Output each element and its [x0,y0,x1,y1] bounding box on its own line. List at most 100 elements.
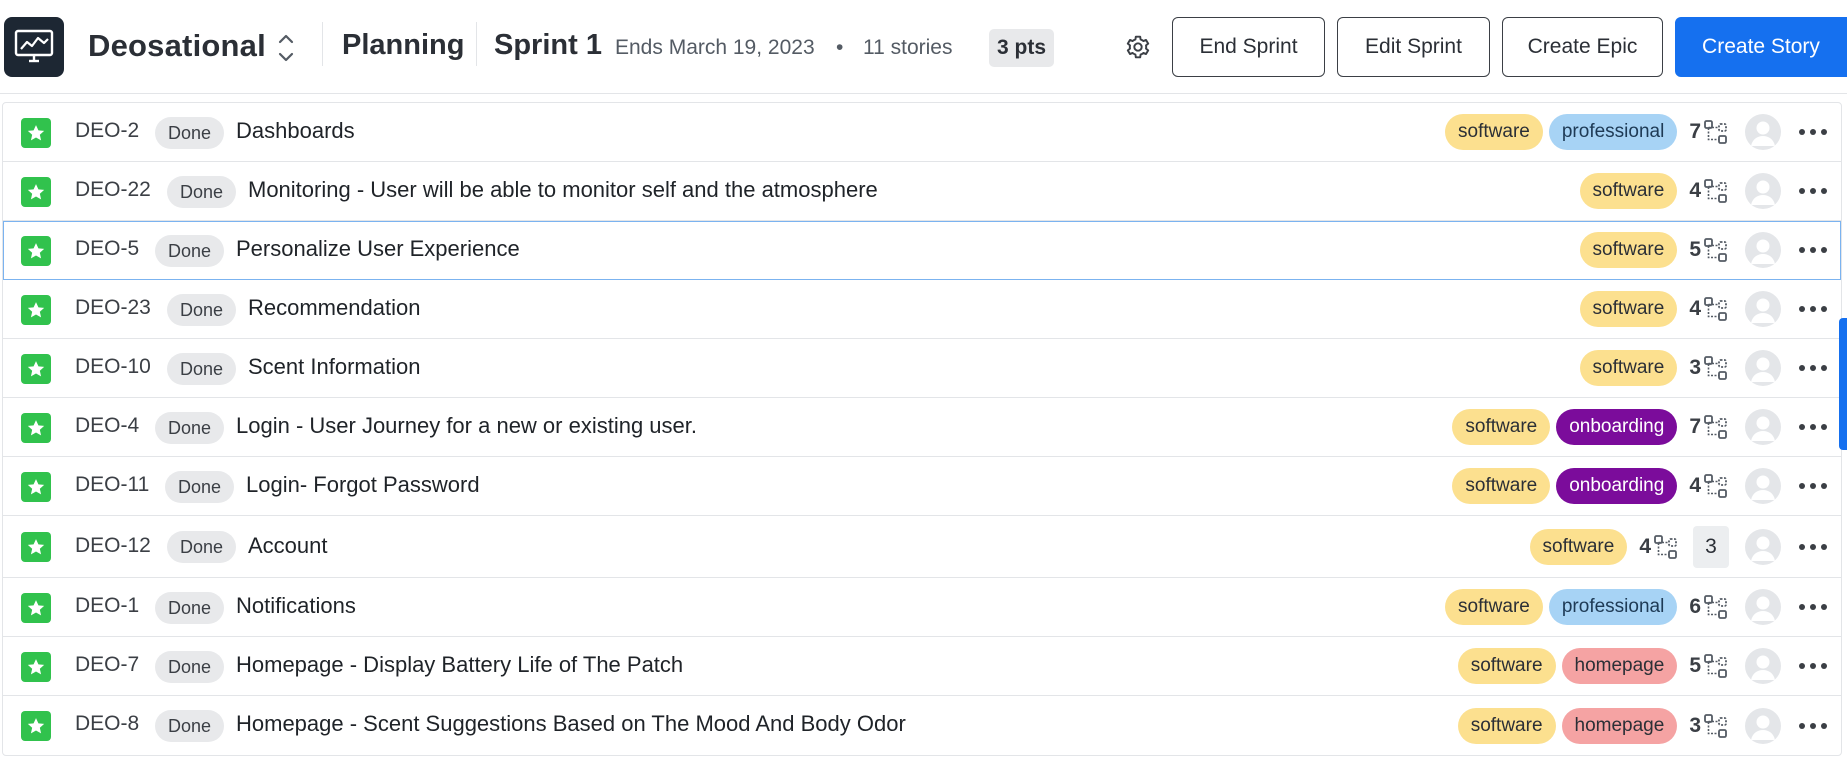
more-options-button[interactable] [1793,468,1833,504]
story-row[interactable]: DEO-5 Done Personalize User Experience s… [3,221,1841,280]
project-name[interactable]: Deosational [88,28,266,64]
story-key[interactable]: DEO-11 [75,473,149,497]
more-options-button[interactable] [1793,529,1833,565]
edit-sprint-button[interactable]: Edit Sprint [1337,17,1490,77]
more-options-button[interactable] [1793,350,1833,386]
story-title[interactable]: Homepage - Scent Suggestions Based on Th… [236,711,906,737]
tag-software[interactable]: software [1457,707,1556,744]
story-title[interactable]: Dashboards [236,118,355,144]
more-options-button[interactable] [1793,409,1833,445]
status-badge[interactable]: Done [167,353,237,385]
tag-software[interactable]: software [1445,114,1543,150]
status-badge[interactable]: Done [167,531,237,563]
subtask-icon [1704,415,1727,439]
create-story-button[interactable]: Create Story [1675,17,1847,77]
project-switch-button[interactable] [276,30,296,66]
comment-count-badge[interactable]: 3 [1693,525,1729,568]
story-key[interactable]: DEO-8 [75,712,139,736]
tag-homepage[interactable]: homepage [1561,648,1678,684]
side-panel-handle[interactable] [1839,318,1847,450]
sprint-settings-button[interactable] [1124,33,1152,61]
assignee-avatar[interactable] [1745,468,1781,504]
status-badge[interactable]: Done [155,117,225,149]
status-badge[interactable]: Done [155,651,225,683]
story-row[interactable]: DEO-22 Done Monitoring - User will be ab… [3,162,1841,221]
status-badge[interactable]: Done [155,710,225,742]
assignee-avatar[interactable] [1745,350,1781,386]
story-row[interactable]: DEO-12 Done Account software 4 3 [3,516,1841,578]
tag-onboarding[interactable]: onboarding [1556,409,1678,445]
subtask-count: 4 [1689,179,1701,202]
story-row[interactable]: DEO-2 Done Dashboards software profession… [3,103,1841,162]
story-key[interactable]: DEO-5 [75,237,139,261]
tag-professional[interactable]: professional [1548,114,1678,150]
more-options-button[interactable] [1793,648,1833,684]
tag-software[interactable]: software [1529,528,1628,565]
tag-professional[interactable]: professional [1548,589,1678,625]
tag-software[interactable]: software [1579,173,1678,209]
more-options-button[interactable] [1793,114,1833,150]
assignee-avatar[interactable] [1745,707,1781,744]
story-title[interactable]: Homepage - Display Battery Life of The P… [236,652,683,678]
assignee-avatar[interactable] [1745,528,1781,565]
subtask-count: 3 [1689,356,1701,379]
status-badge[interactable]: Done [155,592,225,624]
story-key[interactable]: DEO-7 [75,653,139,677]
subtask-count: 7 [1689,415,1701,438]
tag-software[interactable]: software [1457,648,1556,684]
tag-software[interactable]: software [1579,232,1678,268]
story-key[interactable]: DEO-12 [75,534,151,558]
story-title[interactable]: Notifications [236,593,356,619]
story-row[interactable]: DEO-4 Done Login - User Journey for a ne… [3,398,1841,457]
story-title[interactable]: Recommendation [248,295,420,321]
assignee-avatar[interactable] [1745,409,1781,445]
tag-software[interactable]: software [1579,291,1678,327]
status-badge[interactable]: Done [167,294,237,326]
story-key[interactable]: DEO-22 [75,178,151,202]
story-row[interactable]: DEO-7 Done Homepage - Display Battery Li… [3,637,1841,696]
story-row[interactable]: DEO-8 Done Homepage - Scent Suggestions … [3,696,1841,755]
app-logo[interactable] [4,17,64,77]
assignee-avatar[interactable] [1745,589,1781,625]
create-epic-button[interactable]: Create Epic [1502,17,1663,77]
story-row[interactable]: DEO-1 Done Notifications software profess… [3,578,1841,637]
story-title[interactable]: Account [248,533,328,559]
more-options-button[interactable] [1793,589,1833,625]
story-title[interactable]: Personalize User Experience [236,236,520,262]
story-title[interactable]: Login - User Journey for a new or existi… [236,413,697,439]
assignee-avatar[interactable] [1745,648,1781,684]
story-title[interactable]: Scent Information [248,354,420,380]
status-badge[interactable]: Done [165,471,235,503]
tag-software[interactable]: software [1452,409,1551,445]
assignee-avatar[interactable] [1745,232,1781,268]
more-options-button[interactable] [1793,173,1833,209]
assignee-avatar[interactable] [1745,114,1781,150]
subtask-count: 5 [1689,654,1701,677]
story-title[interactable]: Login- Forgot Password [246,472,480,498]
more-options-icon [1799,424,1827,430]
story-row[interactable]: DEO-10 Done Scent Information software 3 [3,339,1841,398]
end-sprint-button[interactable]: End Sprint [1172,17,1325,77]
assignee-avatar[interactable] [1745,173,1781,209]
story-key[interactable]: DEO-2 [75,119,139,143]
status-badge[interactable]: Done [167,176,237,208]
tag-onboarding[interactable]: onboarding [1556,468,1678,504]
tag-software[interactable]: software [1445,589,1543,625]
more-options-button[interactable] [1793,291,1833,327]
status-badge[interactable]: Done [155,412,225,444]
story-key[interactable]: DEO-10 [75,355,151,379]
story-row[interactable]: DEO-11 Done Login- Forgot Password softw… [3,457,1841,516]
story-key[interactable]: DEO-4 [75,414,139,438]
story-key[interactable]: DEO-23 [75,296,151,320]
story-title[interactable]: Monitoring - User will be able to monito… [248,177,878,203]
status-badge[interactable]: Done [155,235,225,267]
story-row[interactable]: DEO-23 Done Recommendation software 4 [3,280,1841,339]
tag-software[interactable]: software [1579,350,1678,386]
tag-software[interactable]: software [1452,468,1551,504]
assignee-avatar[interactable] [1745,291,1781,327]
star-icon [21,532,51,562]
story-key[interactable]: DEO-1 [75,594,139,618]
tag-homepage[interactable]: homepage [1561,707,1678,744]
more-options-button[interactable] [1793,708,1833,744]
more-options-button[interactable] [1793,232,1833,268]
